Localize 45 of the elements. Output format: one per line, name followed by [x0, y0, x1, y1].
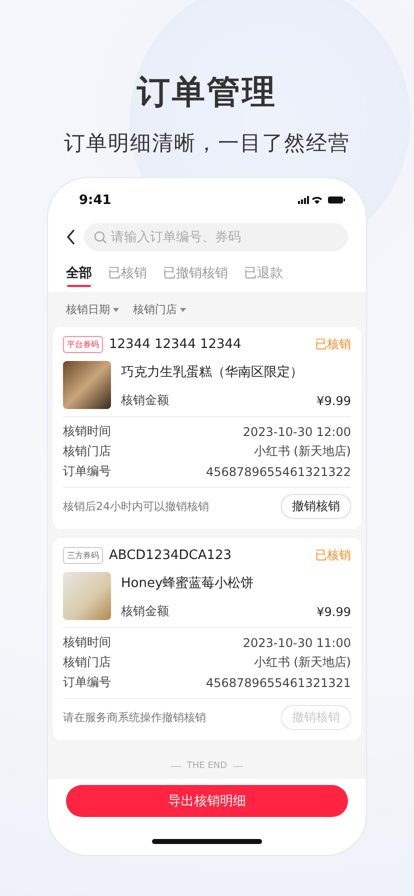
detail-label: 核销时间 [63, 634, 111, 651]
caret-icon [180, 308, 186, 312]
detail-value: 4568789655461321321 [206, 676, 351, 690]
photo-placeholder [63, 361, 111, 409]
end-text: THE END [186, 761, 228, 771]
detail-value: 4568789655461321322 [206, 464, 351, 478]
detail-value: 小红书 (新天地店) [254, 654, 351, 671]
search-field[interactable]: 请输入订单编号、券码 [84, 223, 348, 251]
filter-tab[interactable]: 已核销 [108, 264, 147, 288]
detail-value: 2023-10-30 12:00 [242, 424, 351, 438]
order-status: 已核销 [315, 547, 351, 564]
amount-label: 核销金额 [121, 392, 169, 409]
detail-value: 2023-10-30 11:00 [242, 636, 351, 650]
detail-label: 订单编号 [63, 463, 111, 480]
caret-icon [113, 308, 119, 312]
filter-tab[interactable]: 已退款 [244, 264, 283, 288]
note-text: 核销后24小时内可以撤销核销 [63, 499, 209, 514]
note-text: 请在服务商系统操作撤销核销 [63, 710, 206, 725]
coupon-code: ABCD1234DCA123 [109, 548, 233, 563]
product-name: Honey蜂蜜蓝莓小松饼 [121, 575, 255, 592]
status-icons-drawing [298, 195, 346, 205]
detail-value: 小红书 (新天地店) [254, 443, 351, 460]
status-time: 9:41 [79, 192, 112, 208]
page-headline: 订单管理 [137, 71, 277, 113]
filter-tab[interactable]: 已撤销核销 [163, 264, 228, 288]
filter-dropdown[interactable]: 核销门店 [133, 301, 186, 318]
cancel-verification-button[interactable]: 撤销核销 [281, 494, 351, 519]
order-status: 已核销 [315, 336, 351, 353]
back-icon[interactable] [66, 229, 76, 245]
photo-placeholder [63, 572, 111, 620]
product-name: 巧克力生乳蛋糕（华南区限定） [121, 364, 304, 381]
export-button[interactable]: 导出核销明细 [66, 785, 348, 817]
amount-value: ¥9.99 [316, 604, 351, 618]
coupon-code: 12344 12344 12344 [109, 337, 242, 352]
detail-label: 订单编号 [63, 674, 111, 691]
amount-label: 核销金额 [121, 603, 169, 620]
coupon-tag: 平台券码 [63, 336, 103, 353]
detail-label: 核销时间 [63, 423, 111, 440]
detail-label: 核销门店 [63, 654, 111, 671]
detail-label: 核销门店 [63, 443, 111, 460]
coupon-tag: 三方券码 [63, 547, 103, 564]
amount-value: ¥9.99 [316, 394, 351, 408]
filter-tab[interactable]: 全部 [66, 264, 92, 288]
page-subheadline: 订单明细清晰，一目了然经营 [64, 130, 350, 157]
filter-dropdown[interactable]: 核销日期 [66, 301, 119, 318]
